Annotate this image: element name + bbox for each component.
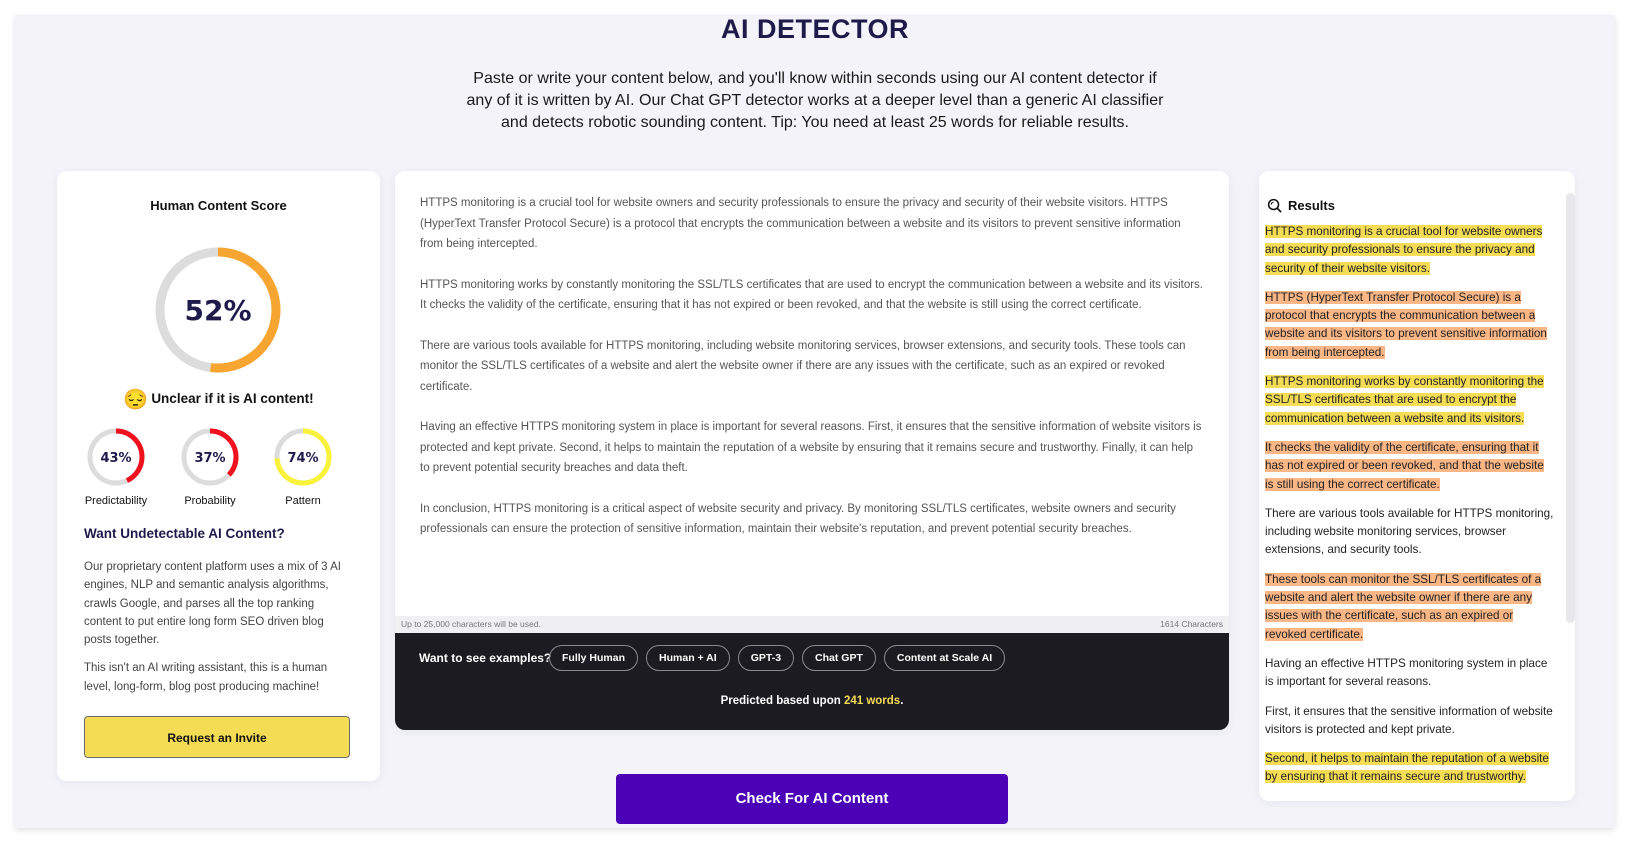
metric-donut: 74% [274, 428, 332, 486]
highlighted-sentence-yellow: HTTPS monitoring works by constantly mon… [1265, 375, 1544, 425]
sentence-text: First, it ensures that the sensitive inf… [1265, 704, 1553, 736]
editor-paragraph: Having an effective HTTPS monitoring sys… [420, 421, 1202, 474]
result-sentence: Second, it helps to maintain the reputat… [1265, 750, 1555, 787]
metric-probability: 37% Probability [170, 426, 250, 507]
results-header: Results [1267, 198, 1335, 213]
predicted-word-count: 241 words [843, 695, 901, 707]
page-title: AI DETECTOR [720, 14, 909, 44]
character-limit-note: Up to 25,000 characters will be used. [401, 619, 541, 629]
example-chip-fully-human[interactable]: Fully Human [549, 645, 639, 671]
check-for-ai-content-button[interactable]: Check For AI Content [616, 774, 1008, 824]
result-sentence: Having an effective HTTPS monitoring sys… [1265, 655, 1555, 692]
highlighted-sentence-yellow: Second, it helps to maintain the reputat… [1265, 752, 1549, 784]
result-sentence: These tools can monitor the SSL/TLS cert… [1265, 571, 1555, 644]
sentence-text: Having an effective HTTPS monitoring sys… [1265, 656, 1548, 689]
metric-pattern: 74% Pattern [263, 426, 343, 507]
request-invite-button[interactable]: Request an Invite [84, 716, 350, 758]
editor-meta-strip: Up to 25,000 characters will be used. 16… [395, 616, 1229, 633]
examples-label: Want to see examples? [419, 651, 552, 665]
metric-value: 43% [100, 451, 131, 466]
character-count: 1614 Characters [1160, 619, 1223, 629]
result-sentence: There are various tools available for HT… [1265, 505, 1555, 560]
score-heading: Human Content Score [150, 198, 287, 213]
editor-paragraph: HTTPS monitoring is a crucial tool for w… [420, 197, 1181, 250]
result-sentence: HTTPS (HyperText Transfer Protocol Secur… [1265, 289, 1555, 362]
content-editor[interactable]: HTTPS monitoring is a crucial tool for w… [420, 193, 1205, 613]
metric-donut: 37% [181, 428, 239, 486]
predicted-suffix: . [900, 695, 904, 707]
highlighted-sentence-orange: It checks the validity of the certificat… [1265, 440, 1544, 491]
example-chip-gpt3[interactable]: GPT-3 [737, 645, 795, 671]
editor-paragraph: In conclusion, HTTPS monitoring is a cri… [420, 502, 1176, 536]
human-score-donut: 52% [155, 247, 281, 373]
score-card: Human Content Score 52% 😔 Unclear if it i… [57, 171, 380, 781]
result-sentence: First, it ensures that the sensitive inf… [1265, 703, 1555, 740]
results-card: Results HTTPS monitoring is a crucial to… [1259, 171, 1575, 801]
highlighted-sentence-orange: These tools can monitor the SSL/TLS cert… [1265, 572, 1542, 641]
highlighted-sentence-yellow: HTTPS monitoring is a crucial tool for w… [1265, 225, 1543, 275]
highlighted-sentence-orange: HTTPS (HyperText Transfer Protocol Secur… [1265, 290, 1547, 359]
promo-paragraph: Our proprietary content platform uses a … [84, 561, 341, 647]
human-score-value: 52% [184, 294, 251, 327]
results-list: HTTPS monitoring is a crucial tool for w… [1265, 223, 1555, 798]
metric-label: Predictability [84, 495, 148, 507]
search-icon [1267, 198, 1282, 213]
verdict: 😔 Unclear if it is AI content! [57, 387, 380, 412]
prediction-summary: Predicted based upon 241 words. [395, 695, 1229, 707]
examples-panel: Want to see examples? Fully Human Human … [395, 633, 1229, 730]
metric-value: 74% [287, 451, 318, 466]
metric-donut: 43% [87, 428, 145, 486]
editor-paragraph: HTTPS monitoring works by constantly mon… [420, 278, 1203, 312]
editor-paragraph: There are various tools available for HT… [420, 339, 1186, 393]
result-sentence: It checks the validity of the certificat… [1265, 439, 1555, 494]
promo-paragraph: This isn't an AI writing assistant, this… [84, 662, 328, 693]
example-chip-human-ai[interactable]: Human + AI [646, 645, 730, 671]
promo-title: Want Undetectable AI Content? [84, 526, 285, 541]
results-heading: Results [1288, 198, 1335, 213]
pensive-face-icon: 😔 [123, 389, 149, 411]
metric-predictability: 43% Predictability [76, 426, 156, 507]
example-chip-chat-gpt[interactable]: Chat GPT [802, 645, 876, 671]
example-chips: Fully Human Human + AI GPT-3 Chat GPT Co… [549, 645, 1006, 671]
metric-value: 37% [194, 451, 225, 466]
result-sentence: HTTPS monitoring is a crucial tool for w… [1265, 223, 1555, 278]
intro-text: Paste or write your content below, and y… [466, 70, 1164, 131]
metric-label: Probability [184, 495, 236, 507]
editor-card: HTTPS monitoring is a crucial tool for w… [395, 171, 1229, 730]
example-chip-content-at-scale[interactable]: Content at Scale AI [883, 645, 1006, 671]
sentence-text: There are various tools available for HT… [1265, 506, 1554, 557]
metric-label: Pattern [285, 495, 321, 507]
result-sentence: HTTPS monitoring works by constantly mon… [1265, 373, 1555, 428]
verdict-text: Unclear if it is AI content! [151, 391, 314, 406]
results-scrollbar[interactable] [1566, 193, 1575, 623]
promo-text: Our proprietary content platform uses a … [84, 558, 354, 706]
predicted-prefix: Predicted based upon [720, 695, 844, 707]
